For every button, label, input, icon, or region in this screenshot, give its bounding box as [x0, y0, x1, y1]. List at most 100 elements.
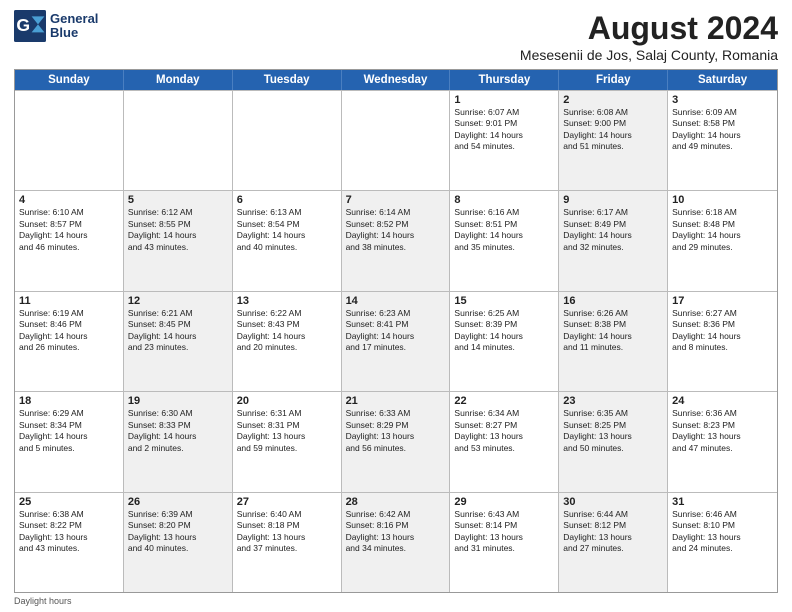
svg-text:G: G	[16, 15, 30, 35]
header-day-tuesday: Tuesday	[233, 70, 342, 90]
calendar-cell: 20Sunrise: 6:31 AM Sunset: 8:31 PM Dayli…	[233, 392, 342, 491]
day-info: Sunrise: 6:44 AM Sunset: 8:12 PM Dayligh…	[563, 509, 663, 555]
day-number: 12	[128, 295, 228, 307]
day-info: Sunrise: 6:12 AM Sunset: 8:55 PM Dayligh…	[128, 207, 228, 253]
header-day-wednesday: Wednesday	[342, 70, 451, 90]
footer-text: Daylight hours	[14, 596, 72, 606]
calendar-week-4: 18Sunrise: 6:29 AM Sunset: 8:34 PM Dayli…	[15, 391, 777, 491]
day-info: Sunrise: 6:21 AM Sunset: 8:45 PM Dayligh…	[128, 308, 228, 354]
title-block: August 2024 Mesesenii de Jos, Salaj Coun…	[520, 10, 778, 63]
day-number: 4	[19, 194, 119, 206]
calendar-cell: 7Sunrise: 6:14 AM Sunset: 8:52 PM Daylig…	[342, 191, 451, 290]
day-info: Sunrise: 6:18 AM Sunset: 8:48 PM Dayligh…	[672, 207, 773, 253]
day-info: Sunrise: 6:27 AM Sunset: 8:36 PM Dayligh…	[672, 308, 773, 354]
day-info: Sunrise: 6:19 AM Sunset: 8:46 PM Dayligh…	[19, 308, 119, 354]
day-info: Sunrise: 6:39 AM Sunset: 8:20 PM Dayligh…	[128, 509, 228, 555]
day-number: 23	[563, 395, 663, 407]
day-number: 27	[237, 496, 337, 508]
day-info: Sunrise: 6:23 AM Sunset: 8:41 PM Dayligh…	[346, 308, 446, 354]
calendar-cell: 30Sunrise: 6:44 AM Sunset: 8:12 PM Dayli…	[559, 493, 668, 592]
calendar-cell	[342, 91, 451, 190]
day-info: Sunrise: 6:33 AM Sunset: 8:29 PM Dayligh…	[346, 408, 446, 454]
logo-line1: General	[50, 12, 98, 26]
calendar: SundayMondayTuesdayWednesdayThursdayFrid…	[14, 69, 778, 593]
day-number: 29	[454, 496, 554, 508]
day-number: 20	[237, 395, 337, 407]
calendar-week-2: 4Sunrise: 6:10 AM Sunset: 8:57 PM Daylig…	[15, 190, 777, 290]
calendar-cell: 21Sunrise: 6:33 AM Sunset: 8:29 PM Dayli…	[342, 392, 451, 491]
calendar-cell	[124, 91, 233, 190]
day-number: 30	[563, 496, 663, 508]
subtitle: Mesesenii de Jos, Salaj County, Romania	[520, 47, 778, 63]
day-number: 19	[128, 395, 228, 407]
day-info: Sunrise: 6:22 AM Sunset: 8:43 PM Dayligh…	[237, 308, 337, 354]
header: G General Blue August 2024 Mesesenii de …	[14, 10, 778, 63]
calendar-cell	[233, 91, 342, 190]
day-info: Sunrise: 6:43 AM Sunset: 8:14 PM Dayligh…	[454, 509, 554, 555]
day-info: Sunrise: 6:08 AM Sunset: 9:00 PM Dayligh…	[563, 107, 663, 153]
calendar-cell: 9Sunrise: 6:17 AM Sunset: 8:49 PM Daylig…	[559, 191, 668, 290]
logo-line2: Blue	[50, 26, 98, 40]
calendar-cell: 5Sunrise: 6:12 AM Sunset: 8:55 PM Daylig…	[124, 191, 233, 290]
header-day-thursday: Thursday	[450, 70, 559, 90]
calendar-cell: 6Sunrise: 6:13 AM Sunset: 8:54 PM Daylig…	[233, 191, 342, 290]
calendar-cell: 1Sunrise: 6:07 AM Sunset: 9:01 PM Daylig…	[450, 91, 559, 190]
footer: Daylight hours	[14, 596, 778, 606]
day-number: 24	[672, 395, 773, 407]
day-info: Sunrise: 6:13 AM Sunset: 8:54 PM Dayligh…	[237, 207, 337, 253]
day-info: Sunrise: 6:07 AM Sunset: 9:01 PM Dayligh…	[454, 107, 554, 153]
day-number: 8	[454, 194, 554, 206]
calendar-cell: 3Sunrise: 6:09 AM Sunset: 8:58 PM Daylig…	[668, 91, 777, 190]
day-number: 9	[563, 194, 663, 206]
main-container: G General Blue August 2024 Mesesenii de …	[0, 0, 792, 612]
day-number: 13	[237, 295, 337, 307]
calendar-cell: 22Sunrise: 6:34 AM Sunset: 8:27 PM Dayli…	[450, 392, 559, 491]
calendar-cell: 15Sunrise: 6:25 AM Sunset: 8:39 PM Dayli…	[450, 292, 559, 391]
calendar-cell: 17Sunrise: 6:27 AM Sunset: 8:36 PM Dayli…	[668, 292, 777, 391]
day-number: 31	[672, 496, 773, 508]
calendar-cell: 8Sunrise: 6:16 AM Sunset: 8:51 PM Daylig…	[450, 191, 559, 290]
header-day-sunday: Sunday	[15, 70, 124, 90]
logo: G General Blue	[14, 10, 98, 42]
logo-icon: G	[14, 10, 46, 42]
header-day-monday: Monday	[124, 70, 233, 90]
day-info: Sunrise: 6:35 AM Sunset: 8:25 PM Dayligh…	[563, 408, 663, 454]
day-info: Sunrise: 6:26 AM Sunset: 8:38 PM Dayligh…	[563, 308, 663, 354]
day-info: Sunrise: 6:29 AM Sunset: 8:34 PM Dayligh…	[19, 408, 119, 454]
day-number: 11	[19, 295, 119, 307]
calendar-cell: 26Sunrise: 6:39 AM Sunset: 8:20 PM Dayli…	[124, 493, 233, 592]
calendar-week-1: 1Sunrise: 6:07 AM Sunset: 9:01 PM Daylig…	[15, 90, 777, 190]
calendar-cell: 13Sunrise: 6:22 AM Sunset: 8:43 PM Dayli…	[233, 292, 342, 391]
day-number: 3	[672, 94, 773, 106]
day-number: 18	[19, 395, 119, 407]
day-info: Sunrise: 6:16 AM Sunset: 8:51 PM Dayligh…	[454, 207, 554, 253]
day-info: Sunrise: 6:40 AM Sunset: 8:18 PM Dayligh…	[237, 509, 337, 555]
day-number: 17	[672, 295, 773, 307]
day-number: 6	[237, 194, 337, 206]
day-number: 15	[454, 295, 554, 307]
day-number: 14	[346, 295, 446, 307]
calendar-cell: 25Sunrise: 6:38 AM Sunset: 8:22 PM Dayli…	[15, 493, 124, 592]
calendar-cell: 19Sunrise: 6:30 AM Sunset: 8:33 PM Dayli…	[124, 392, 233, 491]
calendar-week-3: 11Sunrise: 6:19 AM Sunset: 8:46 PM Dayli…	[15, 291, 777, 391]
day-number: 28	[346, 496, 446, 508]
day-info: Sunrise: 6:38 AM Sunset: 8:22 PM Dayligh…	[19, 509, 119, 555]
calendar-header: SundayMondayTuesdayWednesdayThursdayFrid…	[15, 70, 777, 90]
calendar-cell: 28Sunrise: 6:42 AM Sunset: 8:16 PM Dayli…	[342, 493, 451, 592]
calendar-cell: 29Sunrise: 6:43 AM Sunset: 8:14 PM Dayli…	[450, 493, 559, 592]
calendar-cell: 14Sunrise: 6:23 AM Sunset: 8:41 PM Dayli…	[342, 292, 451, 391]
day-number: 25	[19, 496, 119, 508]
day-info: Sunrise: 6:25 AM Sunset: 8:39 PM Dayligh…	[454, 308, 554, 354]
day-number: 26	[128, 496, 228, 508]
calendar-cell: 18Sunrise: 6:29 AM Sunset: 8:34 PM Dayli…	[15, 392, 124, 491]
day-info: Sunrise: 6:42 AM Sunset: 8:16 PM Dayligh…	[346, 509, 446, 555]
day-number: 2	[563, 94, 663, 106]
calendar-cell: 10Sunrise: 6:18 AM Sunset: 8:48 PM Dayli…	[668, 191, 777, 290]
day-number: 21	[346, 395, 446, 407]
calendar-cell: 4Sunrise: 6:10 AM Sunset: 8:57 PM Daylig…	[15, 191, 124, 290]
main-title: August 2024	[520, 10, 778, 47]
calendar-cell: 11Sunrise: 6:19 AM Sunset: 8:46 PM Dayli…	[15, 292, 124, 391]
day-number: 5	[128, 194, 228, 206]
day-number: 16	[563, 295, 663, 307]
day-number: 22	[454, 395, 554, 407]
